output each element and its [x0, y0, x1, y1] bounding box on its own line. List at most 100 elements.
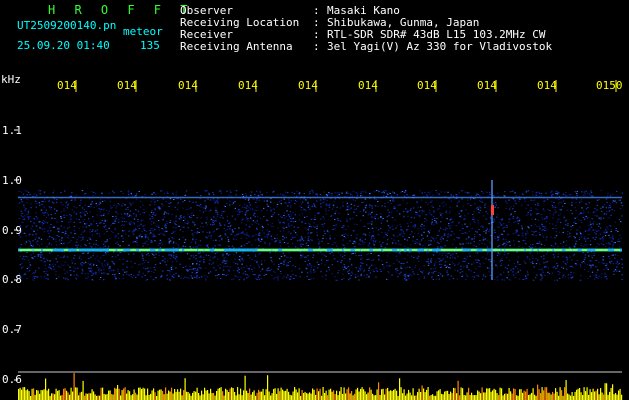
noise-dot: [574, 237, 576, 239]
noise-dot: [332, 229, 334, 230]
noise-dot: [571, 202, 573, 204]
noise-dot: [235, 252, 238, 254]
noise-dot: [383, 236, 385, 238]
noise-dot: [349, 277, 351, 279]
noise-dot: [221, 237, 223, 239]
noise-dot: [224, 230, 227, 232]
signal-spike: [462, 388, 464, 400]
noise-dot: [117, 237, 120, 239]
noise-dot: [311, 265, 313, 267]
noise-dot: [565, 244, 567, 246]
noise-dot: [75, 277, 77, 279]
noise-dot: [421, 210, 423, 212]
signal-spike: [60, 395, 62, 400]
noise-dot: [177, 246, 180, 248]
noise-dot: [188, 208, 191, 210]
noise-dot: [393, 206, 395, 207]
noise-dot: [87, 276, 89, 278]
noise-dot: [399, 253, 401, 255]
carrier-highlight: [428, 249, 432, 251]
noise-dot: [397, 276, 399, 278]
noise-dot: [596, 230, 598, 232]
noise-dot: [267, 220, 269, 221]
noise-dot: [32, 258, 34, 259]
signal-spike: [567, 393, 569, 400]
noise-dot: [566, 256, 568, 258]
noise-dot: [179, 218, 181, 220]
noise-dot: [162, 270, 164, 272]
noise-dot: [316, 234, 318, 236]
noise-dot: [242, 273, 245, 275]
noise-dot: [270, 259, 273, 261]
noise-dot: [615, 228, 617, 229]
noise-dot: [358, 255, 360, 257]
noise-dot: [67, 264, 69, 266]
noise-dot: [256, 198, 258, 200]
noise-dot: [547, 271, 549, 273]
noise-dot: [616, 190, 618, 192]
noise-dot: [128, 274, 130, 276]
signal-spike: [204, 387, 206, 400]
noise-dot: [83, 230, 86, 232]
noise-dot: [621, 263, 623, 265]
noise-dot: [73, 211, 75, 213]
noise-dot: [212, 224, 214, 226]
noise-dot: [281, 216, 283, 218]
noise-dot: [355, 255, 357, 257]
noise-dot: [562, 200, 565, 202]
noise-dot: [82, 231, 84, 233]
noise-dot: [262, 227, 264, 229]
noise-dot: [96, 233, 98, 235]
noise-dot: [618, 219, 621, 221]
noise-dot: [142, 242, 144, 244]
noise-dot: [587, 207, 589, 209]
noise-dot: [396, 268, 398, 269]
noise-dot: [411, 231, 413, 233]
noise-dot: [233, 254, 235, 256]
noise-dot: [274, 271, 276, 273]
noise-dot: [598, 261, 600, 263]
noise-dot: [476, 262, 478, 263]
noise-dot: [596, 205, 598, 206]
noise-dot: [550, 192, 552, 194]
signal-spike: [100, 387, 102, 400]
noise-dot: [235, 238, 238, 240]
noise-dot: [368, 194, 371, 196]
noise-dot: [422, 237, 424, 239]
noise-dot: [363, 269, 366, 271]
noise-dot: [107, 251, 109, 253]
noise-dot: [241, 193, 244, 195]
noise-dot: [612, 263, 615, 265]
noise-dot: [240, 245, 243, 247]
noise-dot: [57, 231, 60, 233]
noise-dot: [248, 268, 250, 270]
noise-dot: [532, 263, 534, 265]
noise-dot: [360, 237, 362, 239]
noise-dot: [35, 233, 37, 235]
noise-dot: [226, 253, 228, 254]
noise-dot: [510, 213, 512, 215]
noise-dot: [295, 195, 298, 197]
noise-dot: [435, 267, 437, 269]
noise-dot: [235, 194, 237, 196]
noise-dot: [398, 233, 400, 235]
noise-dot: [554, 209, 556, 211]
noise-dot: [196, 268, 199, 270]
noise-dot: [442, 205, 445, 207]
noise-dot: [25, 235, 27, 237]
noise-dot: [40, 252, 42, 254]
noise-dot: [458, 213, 460, 215]
noise-dot: [484, 238, 486, 240]
noise-dot: [479, 205, 481, 207]
noise-dot: [447, 273, 449, 275]
noise-dot: [291, 191, 293, 193]
noise-dot: [190, 214, 193, 216]
noise-dot: [528, 246, 531, 247]
noise-dot: [78, 227, 80, 229]
noise-dot: [475, 252, 477, 254]
noise-dot: [321, 240, 323, 242]
noise-dot: [508, 221, 510, 223]
noise-dot: [543, 237, 545, 238]
noise-dot: [115, 217, 118, 219]
noise-dot: [528, 259, 531, 260]
